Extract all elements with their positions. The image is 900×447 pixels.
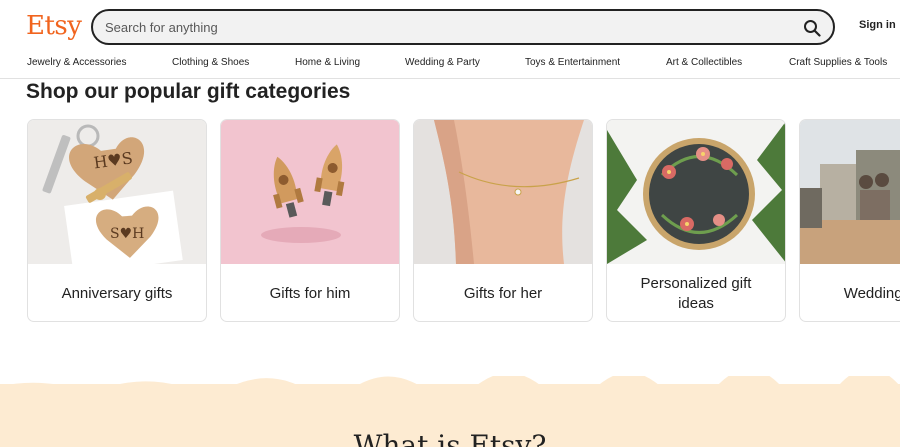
- category-nav: Jewelry & Accessories Clothing & Shoes H…: [0, 55, 900, 79]
- section-title: Shop our popular gift categories: [26, 80, 351, 103]
- card-personalized-gift-ideas[interactable]: Personalized gift ideas: [606, 119, 786, 322]
- card-image-him: [221, 120, 399, 264]
- nav-item-wedding-party[interactable]: Wedding & Party: [405, 57, 480, 68]
- card-label: Wedding gifts: [843, 284, 900, 302]
- search-bar: [91, 9, 835, 45]
- sign-in-link[interactable]: Sign in: [859, 19, 896, 31]
- nav-item-clothing-shoes[interactable]: Clothing & Shoes: [172, 57, 249, 68]
- card-label: Anniversary gifts: [61, 284, 173, 302]
- nav-item-art-collectibles[interactable]: Art & Collectibles: [666, 57, 742, 68]
- header: Etsy Sign in: [0, 0, 900, 52]
- card-gifts-for-him[interactable]: Gifts for him: [220, 119, 400, 322]
- nav-item-toys-entertainment[interactable]: Toys & Entertainment: [525, 57, 620, 68]
- card-image-personalized: [607, 120, 785, 264]
- gift-category-carousel: H♥S S♥H Anniversary gifts Gifts for him …: [0, 119, 900, 323]
- card-label: Gifts for him: [269, 284, 351, 302]
- nav-item-jewelry-accessories[interactable]: Jewelry & Accessories: [27, 57, 126, 68]
- card-label: Personalized gift ideas: [640, 274, 752, 312]
- card-anniversary-gifts[interactable]: H♥S S♥H Anniversary gifts: [27, 119, 207, 322]
- card-image-wedding: [800, 120, 900, 264]
- card-wedding-gifts[interactable]: Wedding gifts: [799, 119, 900, 322]
- search-button[interactable]: [801, 17, 823, 39]
- nav-item-craft-supplies-tools[interactable]: Craft Supplies & Tools: [789, 57, 887, 68]
- card-image-anniversary: H♥S S♥H: [28, 120, 206, 264]
- what-is-etsy-title: What is Etsy?: [353, 429, 547, 447]
- search-input[interactable]: [105, 11, 785, 43]
- etsy-logo[interactable]: Etsy: [26, 8, 82, 44]
- nav-item-home-living[interactable]: Home & Living: [295, 57, 360, 68]
- search-icon: [804, 20, 821, 37]
- card-gifts-for-her[interactable]: Gifts for her: [413, 119, 593, 322]
- svg-text:S♥H: S♥H: [110, 226, 144, 242]
- card-image-her: [414, 120, 592, 264]
- card-label: Gifts for her: [463, 284, 543, 302]
